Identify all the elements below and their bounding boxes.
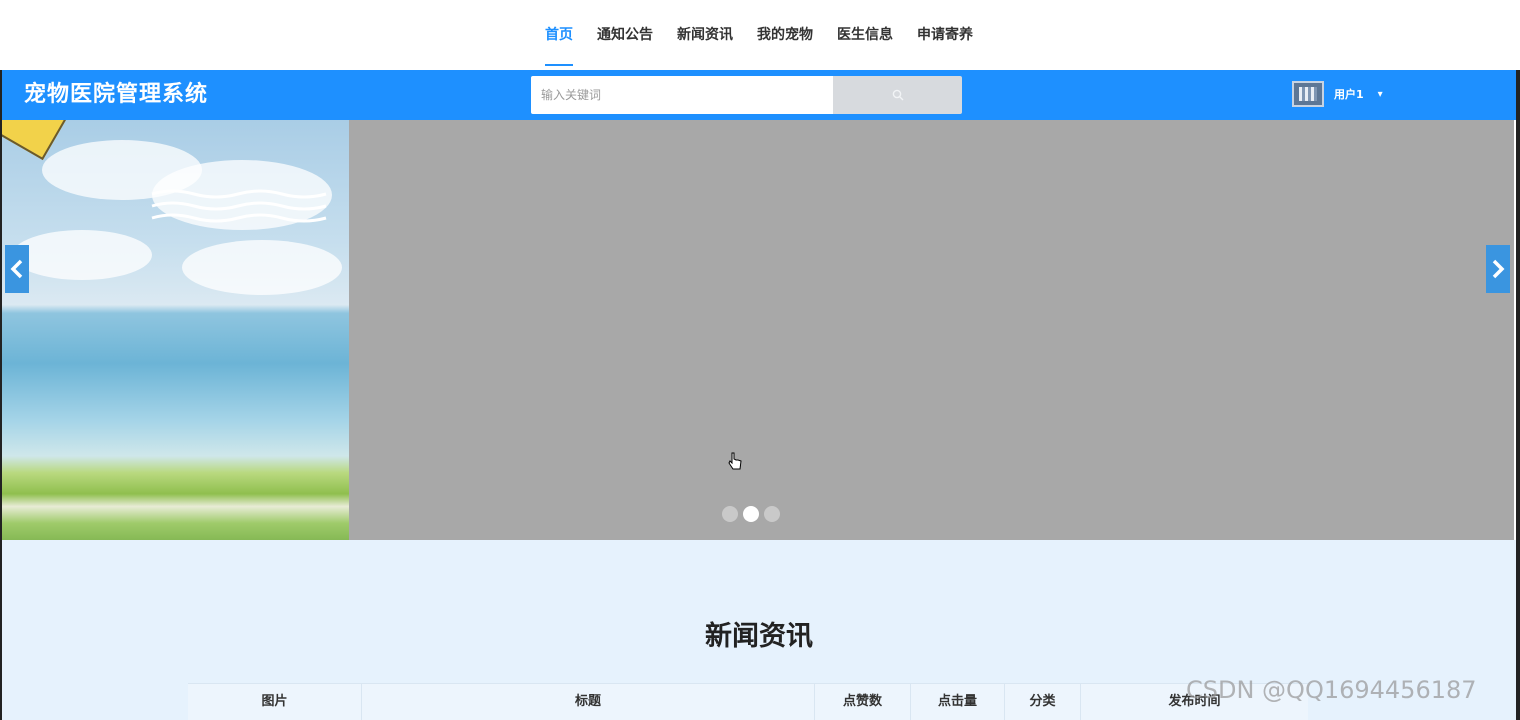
column-header-category: 分类 [1005, 684, 1081, 720]
carousel-indicators [722, 506, 780, 522]
carousel-next-button[interactable] [1486, 245, 1510, 293]
chevron-down-icon: ▾ [1377, 88, 1383, 100]
carousel-prev-button[interactable] [5, 245, 29, 293]
hand-cursor-icon [728, 452, 742, 470]
news-table-header: 图片 标题 点赞数 点击量 分类 发布时间 [188, 683, 1308, 720]
carousel-dot[interactable] [722, 506, 738, 522]
nav-item-notices[interactable]: 通知公告 [585, 0, 665, 70]
top-navigation: 首页 通知公告 新闻资讯 我的宠物 医生信息 申请寄养 [0, 0, 1520, 70]
chevron-right-icon [1492, 259, 1505, 279]
site-logo[interactable]: 宠物医院管理系统 [24, 70, 208, 120]
carousel-dot-active[interactable] [743, 506, 759, 522]
banner-carousel [2, 120, 1514, 540]
column-header-likes: 点赞数 [815, 684, 911, 720]
cloud-shape [12, 230, 152, 280]
nav-item-news[interactable]: 新闻资讯 [665, 0, 745, 70]
nav-items: 首页 通知公告 新闻资讯 我的宠物 医生信息 申请寄养 [533, 0, 985, 70]
user-menu[interactable]: 用户1 ▾ [1292, 76, 1383, 112]
section-title: 新闻资讯 [705, 621, 813, 652]
column-header-clicks: 点击量 [911, 684, 1005, 720]
user-name: 用户1 [1334, 88, 1364, 101]
carousel-dot[interactable] [764, 506, 780, 522]
chevron-left-icon [10, 259, 23, 279]
avatar [1292, 81, 1324, 107]
search-icon [892, 89, 903, 101]
search-input[interactable] [531, 76, 833, 114]
search-button[interactable] [833, 76, 962, 114]
window-right-border [1516, 0, 1520, 720]
watermark: CSDN @QQ1694456187 [1186, 676, 1477, 704]
column-header-image: 图片 [188, 684, 362, 720]
cloud-shape [182, 240, 342, 295]
banner-slide-image [2, 120, 349, 540]
header-bar: 宠物医院管理系统 用户1 ▾ [2, 70, 1516, 120]
wave-lines-icon [151, 189, 327, 223]
nav-item-home[interactable]: 首页 [533, 0, 585, 70]
nav-item-doctors[interactable]: 医生信息 [825, 0, 905, 70]
nav-item-my-pets[interactable]: 我的宠物 [745, 0, 825, 70]
nav-item-boarding[interactable]: 申请寄养 [905, 0, 985, 70]
column-header-title: 标题 [362, 684, 815, 720]
